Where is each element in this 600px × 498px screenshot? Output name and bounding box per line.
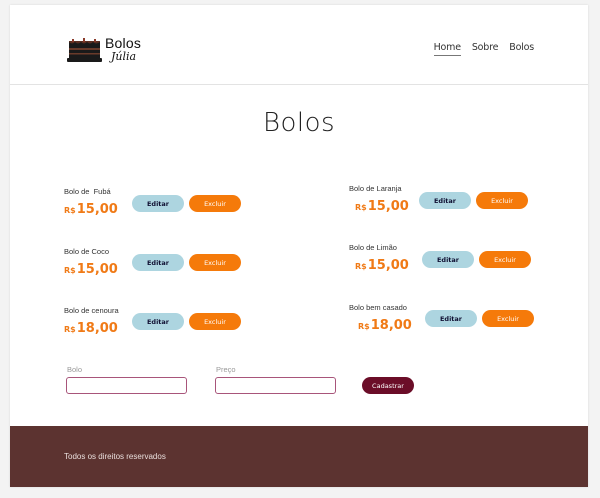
cake-name: Bolo de Fubá — [64, 187, 111, 196]
cake-price: R$18,00 — [64, 321, 119, 336]
price-value: 18,00 — [370, 318, 412, 333]
submit-button[interactable]: Cadastrar — [362, 377, 414, 394]
edit-button[interactable]: Editar — [425, 310, 477, 327]
site-header: Bolos Júlia Home Sobre Bolos — [10, 5, 588, 85]
cake-item: Bolo de cenoura R$18,00 — [64, 306, 119, 336]
cake-item: Bolo de Fubá R$15,00 — [64, 187, 118, 217]
cake-name: Bolo bem casado — [349, 303, 407, 312]
edit-button[interactable]: Editar — [422, 251, 474, 268]
cake-icon — [67, 38, 102, 62]
cake-price: R$15,00 — [355, 258, 409, 273]
nav-bolos-link[interactable]: Bolos — [509, 42, 534, 56]
price-value: 15,00 — [76, 202, 118, 217]
edit-button[interactable]: Editar — [132, 195, 184, 212]
cake-price: R$15,00 — [64, 202, 118, 217]
nav-sobre-link[interactable]: Sobre — [472, 42, 499, 56]
delete-button[interactable]: Excluir — [189, 195, 241, 212]
price-field-label: Preço — [216, 365, 236, 374]
brand-title: Bolos — [105, 35, 142, 51]
currency-label: R$ — [64, 266, 76, 275]
delete-button[interactable]: Excluir — [189, 254, 241, 271]
cake-name: Bolo de Laranja — [349, 184, 402, 193]
currency-label: R$ — [355, 262, 367, 271]
currency-label: R$ — [64, 325, 76, 334]
cake-name: Bolo de Coco — [64, 247, 110, 256]
currency-label: R$ — [64, 206, 76, 215]
cake-name: Bolo de cenoura — [64, 306, 119, 315]
edit-button[interactable]: Editar — [132, 313, 184, 330]
cake-price: R$18,00 — [358, 318, 412, 333]
page-title: Bolos — [262, 108, 336, 138]
cake-price: R$15,00 — [64, 262, 118, 277]
cake-price: R$15,00 — [355, 199, 409, 214]
price-value: 15,00 — [76, 262, 118, 277]
delete-button[interactable]: Excluir — [482, 310, 534, 327]
delete-button[interactable]: Excluir — [189, 313, 241, 330]
cake-item: Bolo de Limão R$15,00 — [349, 243, 409, 273]
cake-item: Bolo bem casado R$18,00 — [349, 303, 412, 333]
main-nav: Home Sobre Bolos — [433, 42, 534, 56]
cake-name-input[interactable] — [66, 377, 187, 394]
cake-item: Bolo de Coco R$15,00 — [64, 247, 118, 277]
cake-field-label: Bolo — [67, 365, 83, 374]
currency-label: R$ — [355, 203, 367, 212]
price-value: 15,00 — [367, 258, 409, 273]
edit-button[interactable]: Editar — [419, 192, 471, 209]
delete-button[interactable]: Excluir — [479, 251, 531, 268]
price-value: 18,00 — [76, 321, 118, 336]
site-footer: Todos os direitos reservados — [10, 426, 588, 487]
delete-button[interactable]: Excluir — [476, 192, 528, 209]
footer-text: Todos os direitos reservados — [64, 452, 166, 461]
cake-item: Bolo de Laranja R$15,00 — [349, 184, 409, 214]
price-value: 15,00 — [367, 199, 409, 214]
cake-name: Bolo de Limão — [349, 243, 397, 252]
brand-logo[interactable]: Bolos Júlia — [64, 36, 184, 66]
currency-label: R$ — [358, 322, 370, 331]
price-input[interactable] — [215, 377, 336, 394]
edit-button[interactable]: Editar — [132, 254, 184, 271]
nav-home-link[interactable]: Home — [433, 42, 461, 56]
page: Bolos Júlia Home Sobre Bolos Bolos Bolo … — [10, 5, 588, 487]
brand-subtitle: Júlia — [111, 50, 137, 63]
